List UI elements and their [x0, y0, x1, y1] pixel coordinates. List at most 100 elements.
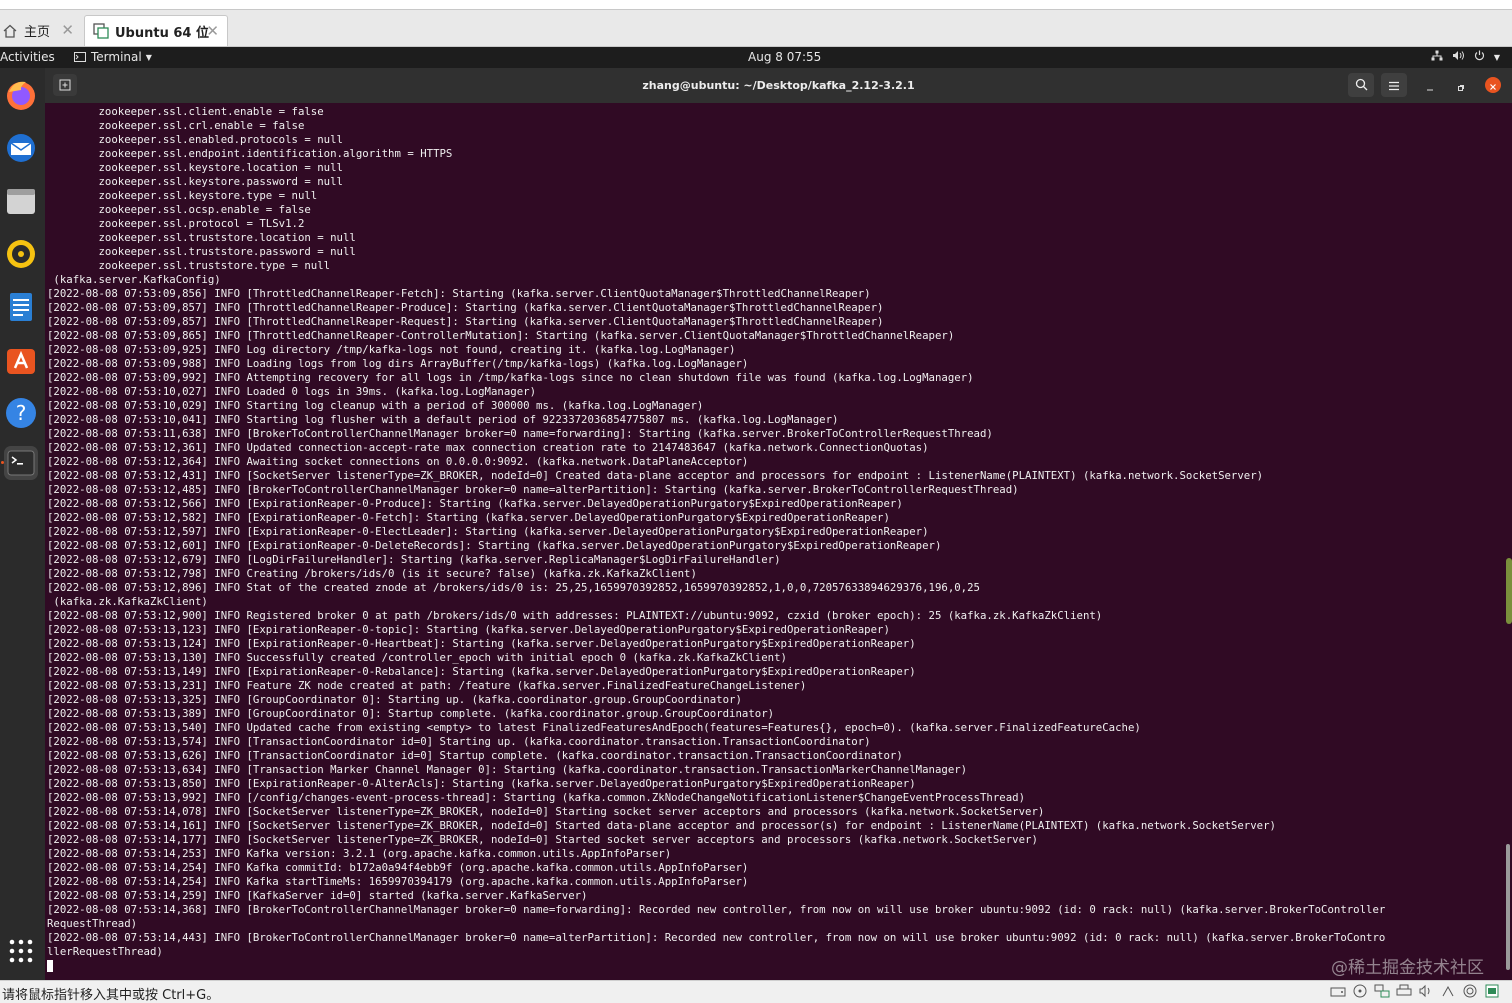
terminal-line: [2022-08-08 07:53:13,574] INFO [Transact… [47, 735, 871, 748]
cd-rom-icon[interactable] [1352, 984, 1368, 998]
dock: ? [0, 68, 45, 980]
vmware-status-bar: 请将鼠标指针移入其中或按 Ctrl+G。 [0, 980, 1512, 1003]
network-icon[interactable] [1431, 50, 1443, 64]
terminal-line: zookeeper.ssl.client.enable = false [47, 105, 324, 118]
terminal-line: [2022-08-08 07:53:09,856] INFO [Throttle… [47, 287, 871, 300]
overview-marker [1506, 558, 1512, 624]
terminal-line: zookeeper.ssl.keystore.type = null [47, 189, 318, 202]
chevron-down-icon: ▼ [145, 52, 152, 62]
terminal-line: zookeeper.ssl.keystore.password = null [47, 175, 343, 188]
app-menu-terminal[interactable]: Terminal ▼ [74, 50, 152, 64]
rhythmbox-icon[interactable] [4, 237, 38, 271]
minimize-button[interactable] [1421, 77, 1439, 95]
hard-disk-icon[interactable] [1330, 984, 1346, 998]
terminal-line: [2022-08-08 07:53:14,443] INFO [BrokerTo… [47, 931, 1386, 944]
watermark: @稀土掘金技术社区 [1331, 958, 1484, 978]
vm-icon [93, 23, 109, 39]
system-tray[interactable]: ▼ [1431, 50, 1500, 64]
terminal-line: [2022-08-08 07:53:12,601] INFO [Expirati… [47, 539, 942, 552]
terminal-line: [2022-08-08 07:53:12,582] INFO [Expirati… [47, 511, 890, 524]
menu-button[interactable] [1381, 73, 1407, 97]
clock[interactable]: Aug 8 07:55 [748, 50, 821, 64]
tab-ubuntu[interactable]: Ubuntu 64 位 ✕ [84, 15, 228, 46]
terminal-line: llerRequestThread) [47, 945, 163, 958]
terminal-line: [2022-08-08 07:53:11,638] INFO [BrokerTo… [47, 427, 993, 440]
tab-ubuntu-close-icon[interactable]: ✕ [206, 22, 219, 40]
terminal-line: [2022-08-08 07:53:13,149] INFO [Expirati… [47, 665, 916, 678]
terminal-line: [2022-08-08 07:53:13,130] INFO Successfu… [47, 651, 787, 664]
sound-card-icon[interactable] [1418, 984, 1434, 998]
terminal-line: zookeeper.ssl.enabled.protocols = null [47, 133, 343, 146]
terminal-line: [2022-08-08 07:53:13,850] INFO [Expirati… [47, 777, 916, 790]
terminal-line: zookeeper.ssl.ocsp.enable = false [47, 203, 311, 216]
terminal-line: [2022-08-08 07:53:14,254] INFO Kafka sta… [47, 875, 749, 888]
device-icons [1330, 984, 1500, 998]
terminal-line: [2022-08-08 07:53:13,124] INFO [Expirati… [47, 637, 916, 650]
thunderbird-icon[interactable] [4, 131, 38, 165]
status-hint: 请将鼠标指针移入其中或按 Ctrl+G。 [2, 988, 220, 1003]
terminal-line: [2022-08-08 07:53:12,566] INFO [Expirati… [47, 497, 903, 510]
terminal-line: [2022-08-08 07:53:14,368] INFO [BrokerTo… [47, 903, 1386, 916]
usb-icon[interactable] [1440, 984, 1456, 998]
terminal-line: [2022-08-08 07:53:13,540] INFO Updated c… [47, 721, 1141, 734]
activities-button[interactable]: Activities [0, 50, 55, 64]
help-icon[interactable]: ? [4, 396, 38, 430]
terminal-line: [2022-08-08 07:53:14,161] INFO [SocketSe… [47, 819, 1276, 832]
files-icon[interactable] [4, 184, 38, 218]
text-cursor [47, 960, 53, 972]
terminal-line: [2022-08-08 07:53:12,364] INFO Awaiting … [47, 455, 749, 468]
terminal-line: [2022-08-08 07:53:12,361] INFO Updated c… [47, 441, 929, 454]
terminal-line: [2022-08-08 07:53:12,896] INFO Stat of t… [47, 581, 980, 594]
terminal-line: [2022-08-08 07:53:10,029] INFO Starting … [47, 399, 704, 412]
gnome-top-bar: Activities Terminal ▼ Aug 8 07:55 ▼ [0, 47, 1512, 68]
running-indicator [1, 461, 4, 464]
terminal-line: zookeeper.ssl.truststore.type = null [47, 259, 331, 272]
terminal-line: zookeeper.ssl.crl.enable = false [47, 119, 305, 132]
app-center-icon[interactable] [4, 343, 38, 377]
terminal-line: [2022-08-08 07:53:13,626] INFO [Transact… [47, 749, 903, 762]
terminal-output-area[interactable]: zookeeper.ssl.client.enable = false zook… [45, 103, 1512, 980]
terminal-line: [2022-08-08 07:53:12,431] INFO [SocketSe… [47, 469, 1264, 482]
terminal-line: RequestThread) [47, 917, 138, 930]
writer-icon[interactable] [4, 290, 38, 324]
terminal-line: [2022-08-08 07:53:14,254] INFO Kafka com… [47, 861, 749, 874]
show-apps-icon[interactable] [4, 934, 38, 968]
terminal-line: [2022-08-08 07:53:14,259] INFO [KafkaSer… [47, 889, 588, 902]
tab-home[interactable]: 主页 ✕ [0, 15, 82, 46]
restore-button[interactable] [1452, 77, 1470, 95]
minimize-icon [1426, 77, 1434, 96]
terminal-line: [2022-08-08 07:53:09,988] INFO Loading l… [47, 357, 749, 370]
display-icon[interactable] [1462, 984, 1478, 998]
terminal-icon[interactable] [4, 446, 38, 480]
close-icon [1489, 76, 1497, 95]
volume-icon[interactable] [1452, 50, 1465, 64]
terminal-line: [2022-08-08 07:53:14,253] INFO Kafka ver… [47, 847, 672, 860]
terminal-line: [2022-08-08 07:53:09,992] INFO Attemptin… [47, 371, 974, 384]
tab-home-close-icon[interactable]: ✕ [61, 21, 74, 39]
search-button[interactable] [1348, 73, 1374, 97]
terminal-line: [2022-08-08 07:53:12,679] INFO [LogDirFa… [47, 553, 781, 566]
vmware-tab-bar: 主页 ✕ Ubuntu 64 位 ✕ [0, 10, 1512, 47]
terminal-line: [2022-08-08 07:53:10,041] INFO Starting … [47, 413, 839, 426]
terminal-small-icon [74, 52, 86, 62]
printer-icon[interactable] [1396, 984, 1412, 998]
terminal-line: (kafka.zk.KafkaZkClient) [47, 595, 208, 608]
scrollbar-thumb[interactable] [1506, 844, 1510, 970]
svg-text:?: ? [16, 401, 27, 425]
terminal-line: [2022-08-08 07:53:14,177] INFO [SocketSe… [47, 833, 1038, 846]
close-button[interactable] [1485, 77, 1501, 93]
terminal-text: zookeeper.ssl.client.enable = false zook… [47, 105, 1385, 973]
power-icon[interactable] [1474, 50, 1485, 64]
tray-chevron-down-icon[interactable]: ▼ [1494, 53, 1500, 62]
message-log-icon[interactable] [1484, 984, 1500, 998]
terminal-line: [2022-08-08 07:53:10,027] INFO Loaded 0 … [47, 385, 537, 398]
tab-ubuntu-label: Ubuntu 64 位 [115, 25, 209, 41]
terminal-title: zhang@ubuntu: ~/Desktop/kafka_2.12-3.2.1 [642, 79, 915, 92]
terminal-line: [2022-08-08 07:53:14,078] INFO [SocketSe… [47, 805, 1045, 818]
firefox-icon[interactable] [4, 78, 38, 112]
restore-icon [1457, 77, 1465, 96]
terminal-line: (kafka.server.KafkaConfig) [47, 273, 221, 286]
terminal-line: [2022-08-08 07:53:13,231] INFO Feature Z… [47, 679, 807, 692]
network-adapter-icon[interactable] [1374, 984, 1390, 998]
terminal-line: [2022-08-08 07:53:09,925] INFO Log direc… [47, 343, 736, 356]
